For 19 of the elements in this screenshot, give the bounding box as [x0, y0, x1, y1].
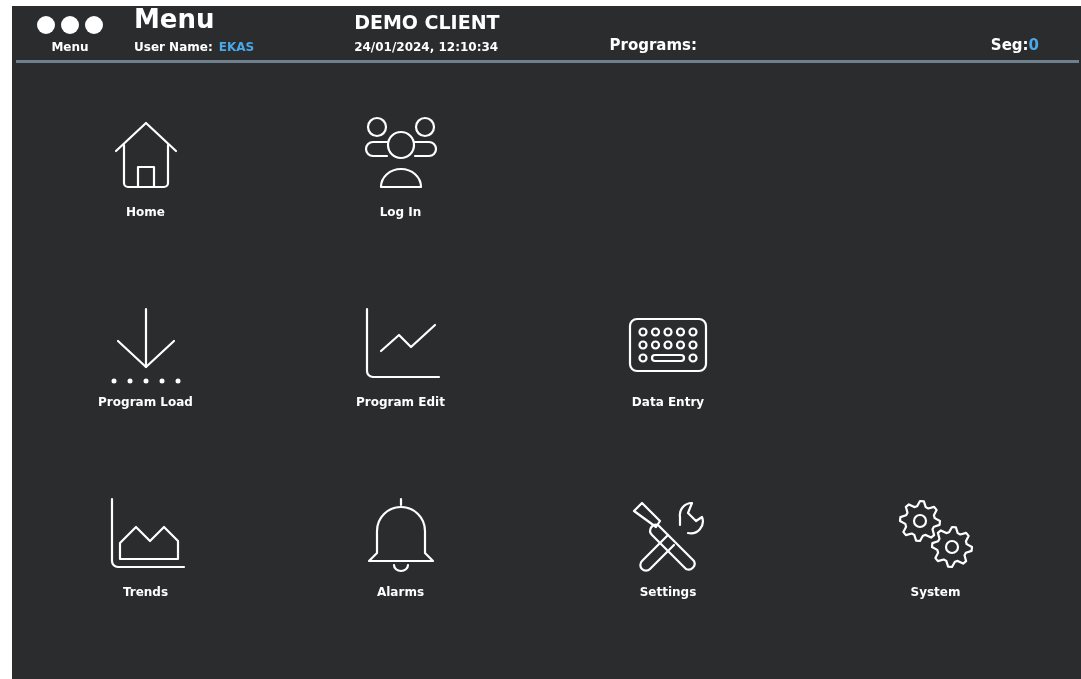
tile-label[interactable]: Program Load — [98, 395, 193, 409]
menu-button[interactable]: Menu — [30, 16, 110, 54]
programs-label: Programs: — [609, 36, 698, 54]
tile-label[interactable]: Home — [126, 205, 165, 219]
user-name: EKAS — [218, 40, 255, 54]
tile-label[interactable]: Data Entry — [631, 395, 705, 409]
tile-label[interactable]: Log In — [379, 205, 422, 219]
tile-label[interactable]: System — [910, 585, 961, 599]
tile-label[interactable]: Alarms — [376, 585, 425, 599]
user-label: User Name: — [134, 40, 213, 54]
client-name: DEMO CLIENT — [354, 13, 500, 32]
date-time: 24/01/2024, 12:10:34 — [354, 40, 500, 54]
tile-label[interactable]: Trends — [122, 585, 169, 599]
page-title: Menu — [134, 6, 216, 32]
tile-label[interactable]: Program Edit — [356, 395, 445, 409]
dots-icon — [37, 16, 103, 34]
segment-value: 0 — [1028, 36, 1039, 54]
tile-label[interactable]: Settings — [639, 585, 697, 599]
segment-label: Seg: — [990, 36, 1029, 54]
